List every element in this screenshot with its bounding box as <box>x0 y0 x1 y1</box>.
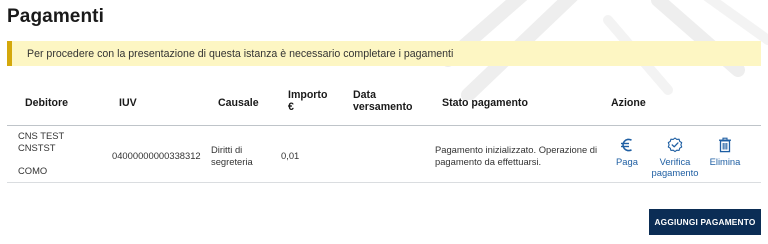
stato-line-1: Pagamento inizializzato. Operazione di <box>435 144 598 155</box>
verifica-label-1: Verifica <box>659 156 691 167</box>
payments-table: Debitore IUV Causale Importo € Data vers… <box>7 86 761 183</box>
stato-line-2: pagamento da effettuarsi. <box>435 155 542 167</box>
euro-icon <box>621 138 632 152</box>
cell-importo: 0,01 <box>281 150 300 161</box>
cell-debitore: CNS TEST CNSTST COMO <box>18 130 64 177</box>
header-importo-label: Importo <box>288 89 328 101</box>
causale-line-2: segreteria <box>211 155 253 167</box>
header-azione: Azione <box>611 97 646 109</box>
add-payment-button[interactable]: AGGIUNGI PAGAMENTO <box>649 209 761 235</box>
paga-label: Paga <box>616 156 638 167</box>
paga-button[interactable]: Paga <box>612 137 642 167</box>
debitore-name: CNS TEST <box>18 130 65 141</box>
alert-message: Per procedere con la presentazione di qu… <box>27 47 454 60</box>
page-title: Pagamenti <box>7 6 104 27</box>
cell-stato: Pagamento inizializzato. Operazione di p… <box>435 144 597 167</box>
debitore-city: COMO <box>18 165 48 176</box>
elimina-button[interactable]: Elimina <box>707 137 743 167</box>
cell-iuv: 04000000000338312 <box>112 150 201 161</box>
header-importo-currency: € <box>288 101 294 113</box>
causale-line-1: Diritti di <box>211 144 243 155</box>
debitore-code: CNSTST <box>18 141 56 153</box>
header-iuv: IUV <box>119 97 137 109</box>
check-badge-icon <box>667 137 683 153</box>
header-causale: Causale <box>218 97 259 109</box>
header-importo: Importo € <box>288 89 327 113</box>
header-data-label-1: Data <box>353 89 376 101</box>
verifica-label-2: pagamento <box>651 167 699 178</box>
header-data-versamento: Data versamento <box>353 89 412 113</box>
elimina-label: Elimina <box>709 156 741 167</box>
payment-warning-alert: Per procedere con la presentazione di qu… <box>7 41 761 66</box>
verifica-pagamento-button[interactable]: Verifica pagamento <box>649 137 701 178</box>
table-header: Debitore IUV Causale Importo € Data vers… <box>7 86 761 126</box>
header-stato: Stato pagamento <box>442 97 528 109</box>
trash-icon <box>719 137 731 153</box>
table-row: CNS TEST CNSTST COMO 04000000000338312 D… <box>7 126 761 183</box>
header-data-label-2: versamento <box>353 101 413 113</box>
cell-causale: Diritti di segreteria <box>211 144 253 167</box>
header-debitore: Debitore <box>25 97 68 109</box>
